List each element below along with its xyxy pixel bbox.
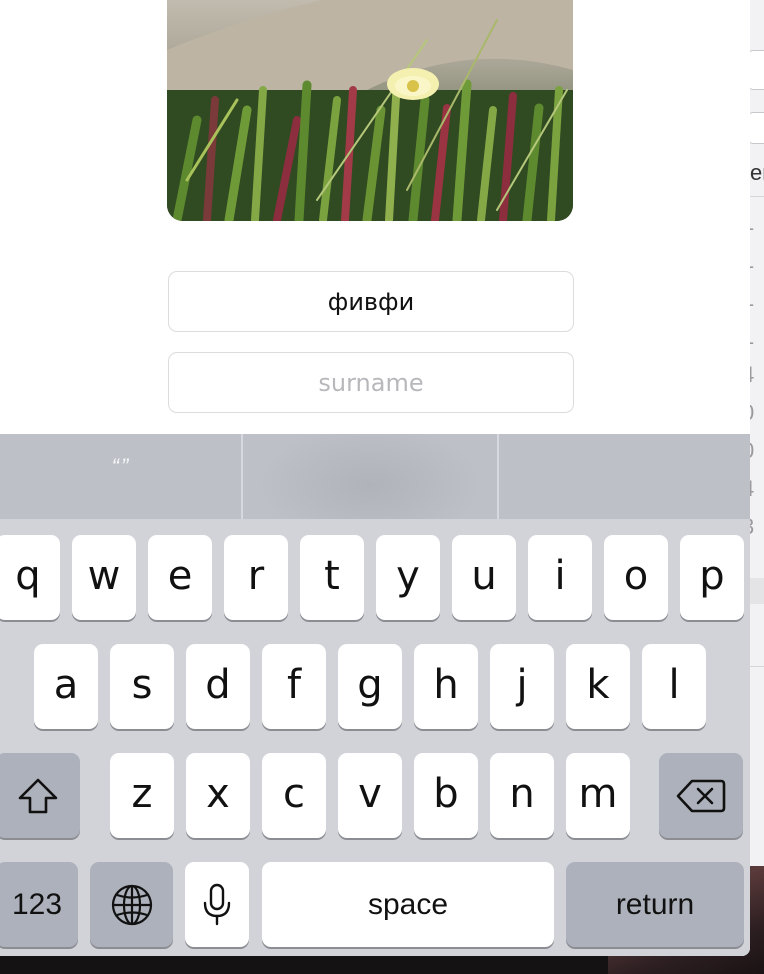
key-v[interactable]: v <box>338 753 402 838</box>
delete-key[interactable] <box>659 753 743 838</box>
globe-icon <box>111 884 152 925</box>
key-q[interactable]: q <box>0 535 60 620</box>
dictation-key[interactable] <box>185 862 249 947</box>
phone-screen: “” q w e r t y u i o p a s d f g h j k l <box>0 0 750 956</box>
suggestion-1[interactable]: “” <box>0 434 242 519</box>
background-divider <box>750 196 764 197</box>
key-r[interactable]: r <box>224 535 288 620</box>
key-x[interactable]: x <box>186 753 250 838</box>
return-key[interactable]: return <box>566 862 744 947</box>
shift-key[interactable] <box>0 753 80 838</box>
suggestion-2[interactable] <box>243 434 497 519</box>
software-keyboard: “” q w e r t y u i o p a s d f g h j k l <box>0 434 750 956</box>
numbers-key[interactable]: 123 <box>0 862 78 947</box>
suggestion-3[interactable] <box>498 434 750 519</box>
key-n[interactable]: n <box>490 753 554 838</box>
key-m[interactable]: m <box>566 753 630 838</box>
flower-photo <box>167 0 573 221</box>
globe-key[interactable] <box>90 862 173 947</box>
key-g[interactable]: g <box>338 644 402 729</box>
surname-field[interactable] <box>168 352 574 413</box>
background-band <box>750 578 764 604</box>
key-t[interactable]: t <box>300 535 364 620</box>
key-i[interactable]: i <box>528 535 592 620</box>
key-a[interactable]: a <box>34 644 98 729</box>
key-o[interactable]: o <box>604 535 668 620</box>
background-field <box>748 112 764 144</box>
shift-icon <box>18 778 58 813</box>
key-u[interactable]: u <box>452 535 516 620</box>
profile-photo[interactable] <box>167 0 573 221</box>
key-d[interactable]: d <box>186 644 250 729</box>
key-z[interactable]: z <box>110 753 174 838</box>
key-k[interactable]: k <box>566 644 630 729</box>
key-h[interactable]: h <box>414 644 478 729</box>
background-toolbar-control <box>748 50 764 90</box>
key-c[interactable]: c <box>262 753 326 838</box>
key-s[interactable]: s <box>110 644 174 729</box>
background-column-header: ен <box>750 160 764 185</box>
key-y[interactable]: y <box>376 535 440 620</box>
key-l[interactable]: l <box>642 644 706 729</box>
key-f[interactable]: f <box>262 644 326 729</box>
delete-icon <box>676 779 726 812</box>
name-field[interactable] <box>168 271 574 332</box>
key-p[interactable]: p <box>680 535 744 620</box>
key-j[interactable]: j <box>490 644 554 729</box>
key-e[interactable]: e <box>148 535 212 620</box>
key-w[interactable]: w <box>72 535 136 620</box>
desktop-strip <box>0 956 608 974</box>
space-key[interactable]: space <box>262 862 554 947</box>
microphone-icon <box>203 883 231 925</box>
background-divider <box>750 666 764 667</box>
key-b[interactable]: b <box>414 753 478 838</box>
predictive-bar: “” <box>0 434 750 519</box>
